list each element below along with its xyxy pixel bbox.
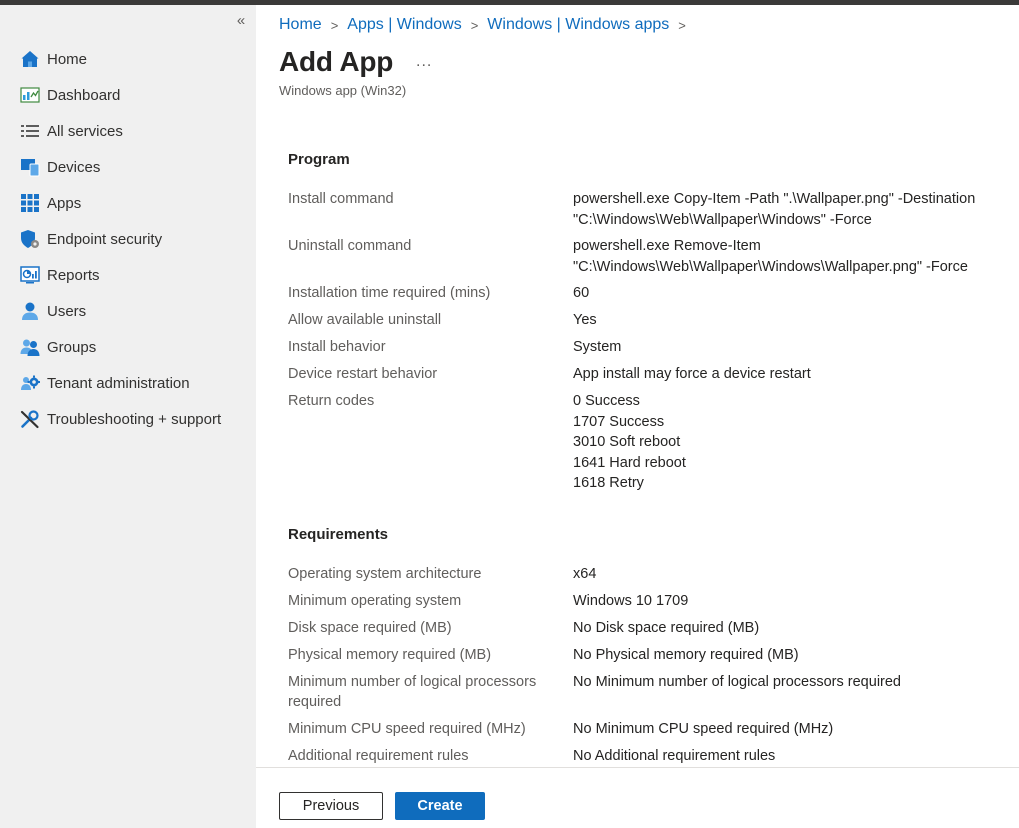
row-value: Windows 10 1709: [573, 593, 689, 609]
tenant-gear-icon: [20, 373, 40, 393]
return-code: 0 Success: [573, 393, 640, 409]
summary-row-physical-memory: Physical memory required (MB) No Physica…: [288, 645, 988, 666]
return-code: 3010 Soft reboot: [573, 434, 681, 450]
chevron-right-icon: >: [470, 17, 479, 33]
row-value: 60: [573, 285, 590, 301]
user-icon: [20, 301, 40, 321]
wizard-footer: Previous Create: [256, 767, 1019, 828]
row-value: powershell.exe Remove-Item "C:\Windows\W…: [573, 238, 968, 275]
chevron-right-icon: >: [678, 17, 686, 33]
summary-row-cpu-speed: Minimum CPU speed required (MHz) No Mini…: [288, 719, 988, 740]
row-value: No Physical memory required (MB): [573, 647, 799, 663]
summary-row-os-architecture: Operating system architecture x64: [288, 564, 988, 585]
row-value: System: [573, 339, 622, 355]
summary-row-minimum-os: Minimum operating system Windows 10 1709: [288, 591, 988, 612]
groups-icon: [20, 337, 40, 357]
breadcrumb-home[interactable]: Home: [279, 16, 322, 34]
return-code: 1641 Hard reboot: [573, 454, 686, 471]
tools-icon: [20, 409, 40, 429]
row-label: Install behavior: [288, 339, 386, 355]
more-options-button[interactable]: ...: [416, 53, 432, 71]
sidebar-item-reports[interactable]: Reports: [0, 257, 256, 293]
summary-row-allow-uninstall: Allow available uninstall Yes: [288, 310, 988, 331]
sidebar-item-label: Dashboard: [47, 86, 121, 104]
sidebar-item-endpoint-security[interactable]: Endpoint security: [0, 221, 256, 257]
row-value-list: 0 Success 1707 Success 3010 Soft reboot …: [573, 391, 988, 494]
sidebar-item-label: Endpoint security: [47, 230, 163, 248]
row-value: App install may force a device restart: [573, 366, 811, 382]
sidebar-item-groups[interactable]: Groups: [0, 329, 256, 365]
sidebar-item-label: Apps: [47, 194, 82, 212]
breadcrumb: Home > Apps | Windows > Windows | Window…: [279, 16, 695, 34]
return-code: 1618 Retry: [573, 475, 644, 491]
sidebar-item-all-services[interactable]: All services: [0, 113, 256, 149]
previous-button[interactable]: Previous: [279, 792, 383, 820]
sidebar-item-tenant-administration[interactable]: Tenant administration: [0, 365, 256, 401]
sidebar-item-label: Reports: [47, 266, 100, 284]
summary-row-logical-processors: Minimum number of logical processors req…: [288, 672, 988, 712]
reports-icon: [20, 265, 40, 285]
collapse-sidebar-button[interactable]: «: [232, 13, 250, 31]
summary-row-install-command: Install command powershell.exe Copy-Item…: [288, 189, 988, 230]
summary-row-uninstall-command: Uninstall command powershell.exe Remove-…: [288, 236, 988, 277]
devices-icon: [20, 157, 40, 177]
row-label: Minimum number of logical processors req…: [288, 674, 537, 710]
row-label: Uninstall command: [288, 238, 412, 254]
dashboard-icon: [20, 85, 40, 105]
row-label: Minimum CPU speed required (MHz): [288, 721, 526, 737]
sidebar-item-label: All services: [47, 122, 123, 140]
sidebar-item-label: Groups: [47, 338, 97, 356]
chevron-right-icon: >: [330, 17, 339, 33]
row-value: No Minimum CPU speed required (MHz): [573, 721, 834, 737]
sidebar-item-home[interactable]: Home: [0, 41, 256, 77]
row-label: Allow available uninstall: [288, 312, 442, 328]
breadcrumb-apps-windows[interactable]: Apps | Windows: [347, 16, 461, 34]
sidebar-item-devices[interactable]: Devices: [0, 149, 256, 185]
sidebar: « Home Dashboard All services Devices Ap…: [0, 5, 256, 828]
sidebar-item-label: Users: [47, 302, 87, 320]
apps-grid-icon: [20, 193, 40, 213]
program-heading: Program: [288, 151, 350, 168]
sidebar-item-label: Tenant administration: [47, 374, 190, 392]
summary-row-additional-rules: Additional requirement rules No Addition…: [288, 746, 988, 767]
home-icon: [20, 49, 40, 69]
create-button[interactable]: Create: [395, 792, 485, 820]
page-subtitle: Windows app (Win32): [279, 83, 407, 98]
sidebar-item-label: Troubleshooting + support: [47, 410, 222, 428]
sidebar-item-users[interactable]: Users: [0, 293, 256, 329]
sidebar-item-label: Devices: [47, 158, 101, 176]
row-label: Disk space required (MB): [288, 620, 452, 636]
row-label: Minimum operating system: [288, 593, 462, 609]
row-value: x64: [573, 566, 597, 582]
summary-row-restart-behavior: Device restart behavior App install may …: [288, 364, 988, 385]
shield-gear-icon: [20, 229, 40, 249]
sidebar-item-troubleshooting-support[interactable]: Troubleshooting + support: [0, 401, 256, 437]
row-label: Install command: [288, 191, 394, 207]
list-icon: [20, 121, 40, 141]
row-label: Return codes: [288, 393, 375, 409]
row-value: No Additional requirement rules: [573, 748, 776, 764]
page-title: Add App: [279, 46, 394, 77]
sidebar-item-dashboard[interactable]: Dashboard: [0, 77, 256, 113]
sidebar-item-label: Home: [47, 50, 88, 68]
main-content: Home > Apps | Windows > Windows | Window…: [256, 5, 1019, 828]
row-value: powershell.exe Copy-Item -Path ".\Wallpa…: [573, 191, 976, 228]
row-value: Yes: [573, 312, 597, 328]
summary-row-return-codes: Return codes 0 Success 1707 Success 3010…: [288, 391, 988, 494]
return-code: 1707 Success: [573, 413, 665, 430]
sidebar-item-apps[interactable]: Apps: [0, 185, 256, 221]
requirements-heading: Requirements: [288, 526, 389, 543]
row-label: Physical memory required (MB): [288, 647, 492, 663]
summary-row-install-time: Installation time required (mins) 60: [288, 283, 988, 304]
breadcrumb-windows-apps[interactable]: Windows | Windows apps: [487, 16, 669, 34]
sidebar-nav: Home Dashboard All services Devices Apps: [0, 41, 256, 437]
row-value: No Minimum number of logical processors …: [573, 674, 901, 690]
summary-row-install-behavior: Install behavior System: [288, 337, 988, 358]
row-label: Operating system architecture: [288, 566, 482, 582]
row-label: Installation time required (mins): [288, 285, 491, 301]
row-value: No Disk space required (MB): [573, 620, 760, 636]
row-label: Additional requirement rules: [288, 748, 469, 764]
row-label: Device restart behavior: [288, 366, 438, 382]
summary-row-disk-space: Disk space required (MB) No Disk space r…: [288, 618, 988, 639]
